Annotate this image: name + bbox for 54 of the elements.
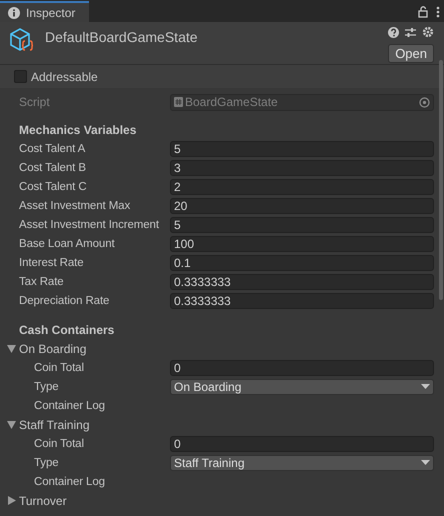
field-label: Base Loan Amount [18,238,116,250]
checkbox[interactable] [14,70,27,83]
number-field[interactable]: 3 [170,160,434,176]
scriptable-object-icon [8,26,35,53]
sliders-icon [405,26,416,38]
dropdown[interactable]: On Boarding [170,378,434,394]
field-label: Type [33,456,60,468]
number-field[interactable]: 0.1 [170,254,434,270]
caret-icon [421,384,430,389]
object-picker-icon [419,96,430,108]
field-label: Asset Investment Increment [18,218,160,230]
number-field[interactable]: 5 [170,216,434,232]
expanded-triangle-icon[interactable] [7,344,16,353]
number-field[interactable]: 20 [170,198,434,214]
checkbox-label: Addressable [31,70,98,84]
number-field[interactable]: 100 [170,236,434,252]
section-heading: Mechanics Variables [19,122,136,136]
field-label: Tax Rate [18,276,65,288]
field-label: Coin Total [33,362,85,374]
inspector-tab[interactable]: Inspector [0,1,90,22]
field-label: Container Log [33,476,106,488]
dropdown[interactable]: Staff Training [170,454,434,470]
help-icon [388,26,399,38]
field-label: Asset Investment Max [18,200,132,212]
field-label: Cost Talent A [18,142,86,154]
field-label: Cost Talent C [18,180,88,192]
number-field[interactable]: 2 [170,178,434,194]
number-field[interactable]: 5 [170,140,434,156]
field-label: Coin Total [33,438,85,450]
scrollbar-thumb[interactable] [439,60,443,300]
number-field[interactable]: 0 [170,436,434,452]
field-label: Script [18,95,51,109]
number-field[interactable]: 0.3333333 [170,274,434,290]
field-label: Interest Rate [18,256,85,268]
field-label: Type [33,380,60,392]
foldout-label[interactable]: Staff Training [19,418,90,432]
field-label: Cost Talent B [18,162,87,174]
expanded-triangle-icon[interactable] [7,420,16,429]
menu-icon [436,6,440,18]
foldout-label[interactable]: Turnover [19,494,67,508]
open-button[interactable]: Open [388,44,434,63]
caret-icon [421,460,430,465]
field-label: Container Log [33,400,106,412]
lock-icon [418,6,428,18]
number-field[interactable]: 0 [170,360,434,376]
collapsed-triangle-icon[interactable] [7,496,16,505]
asset-title: DefaultBoardGameState [45,28,199,47]
script-icon [174,97,183,107]
section-heading: Cash Containers [19,322,114,336]
field-label: Depreciation Rate [18,294,110,306]
info-icon [8,6,20,18]
settings-icon [422,26,434,38]
number-field[interactable]: 0.3333333 [170,292,434,308]
foldout-label[interactable]: On Boarding [19,342,86,356]
